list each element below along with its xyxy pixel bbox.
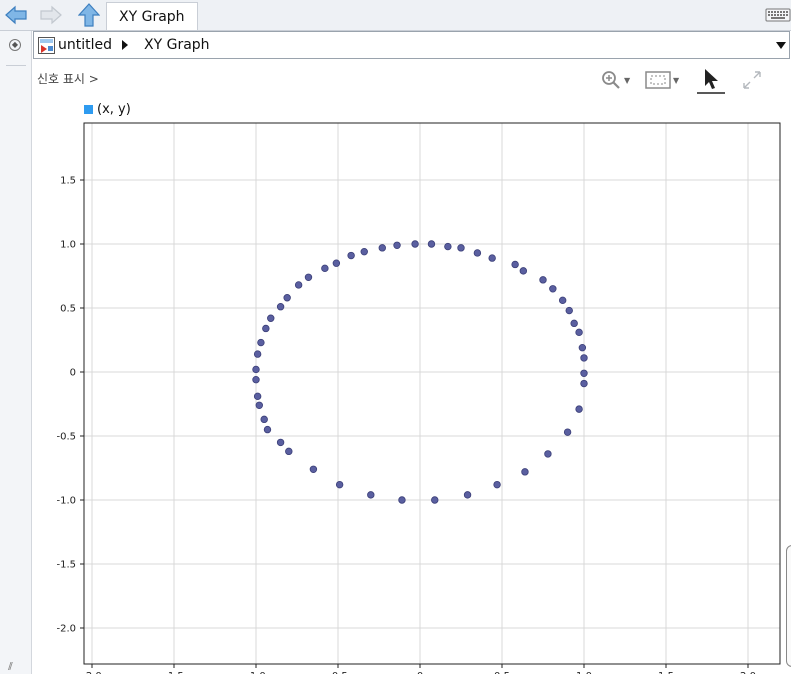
data-point bbox=[570, 319, 578, 328]
data-point bbox=[267, 314, 275, 322]
data-point bbox=[580, 354, 588, 362]
data-point bbox=[263, 425, 272, 434]
data-point bbox=[360, 247, 368, 256]
data-point bbox=[332, 259, 341, 267]
y-tick-label: 0 bbox=[70, 368, 76, 379]
data-point bbox=[252, 365, 260, 374]
data-point bbox=[393, 241, 401, 249]
y-tick-label: -1.5 bbox=[56, 560, 76, 571]
y-tick-label: 0.5 bbox=[60, 304, 76, 315]
data-point bbox=[347, 251, 355, 260]
data-point bbox=[565, 306, 573, 315]
data-point bbox=[544, 450, 552, 458]
data-point bbox=[398, 496, 406, 504]
data-point bbox=[276, 438, 285, 447]
data-point bbox=[262, 324, 270, 333]
data-point bbox=[578, 343, 587, 352]
y-tick-label: -0.5 bbox=[56, 432, 76, 443]
side-panel-edge bbox=[786, 545, 791, 667]
data-point bbox=[575, 328, 583, 337]
data-point bbox=[488, 254, 496, 262]
data-point bbox=[549, 285, 557, 293]
data-point bbox=[253, 350, 262, 358]
data-point bbox=[253, 392, 262, 401]
data-point bbox=[294, 281, 303, 289]
xy-plot: 1.51.00.50-0.5-1.0-1.5-2.0-2.0-1.5-1.0-0… bbox=[56, 122, 781, 674]
data-point bbox=[580, 379, 588, 388]
data-point bbox=[519, 267, 528, 275]
data-point bbox=[378, 244, 386, 252]
data-point bbox=[539, 276, 547, 284]
y-tick-label: 1.0 bbox=[60, 240, 76, 251]
data-point bbox=[521, 468, 529, 476]
plot-area bbox=[84, 123, 780, 664]
data-point bbox=[283, 294, 291, 302]
data-point bbox=[252, 375, 260, 384]
data-point bbox=[575, 405, 583, 413]
data-point bbox=[304, 273, 313, 281]
y-tick-label: -2.0 bbox=[56, 624, 76, 635]
data-point bbox=[335, 480, 344, 489]
data-point bbox=[276, 303, 285, 311]
y-tick-label: 1.5 bbox=[60, 176, 76, 187]
data-point bbox=[457, 244, 465, 252]
data-point bbox=[558, 296, 567, 305]
data-point bbox=[285, 447, 293, 456]
data-point bbox=[255, 401, 263, 409]
data-point bbox=[367, 491, 375, 499]
data-point bbox=[411, 240, 419, 248]
data-point bbox=[511, 260, 519, 269]
data-point bbox=[257, 338, 265, 347]
data-point bbox=[580, 369, 588, 377]
data-point bbox=[321, 264, 329, 273]
data-point bbox=[563, 428, 572, 436]
data-point bbox=[444, 242, 452, 251]
data-point bbox=[427, 240, 436, 248]
data-point bbox=[309, 465, 318, 473]
data-point bbox=[473, 249, 482, 257]
data-point bbox=[431, 496, 439, 504]
y-tick-label: -1.0 bbox=[56, 496, 76, 507]
data-point bbox=[493, 480, 501, 489]
data-point bbox=[260, 415, 268, 424]
data-point bbox=[463, 491, 472, 499]
